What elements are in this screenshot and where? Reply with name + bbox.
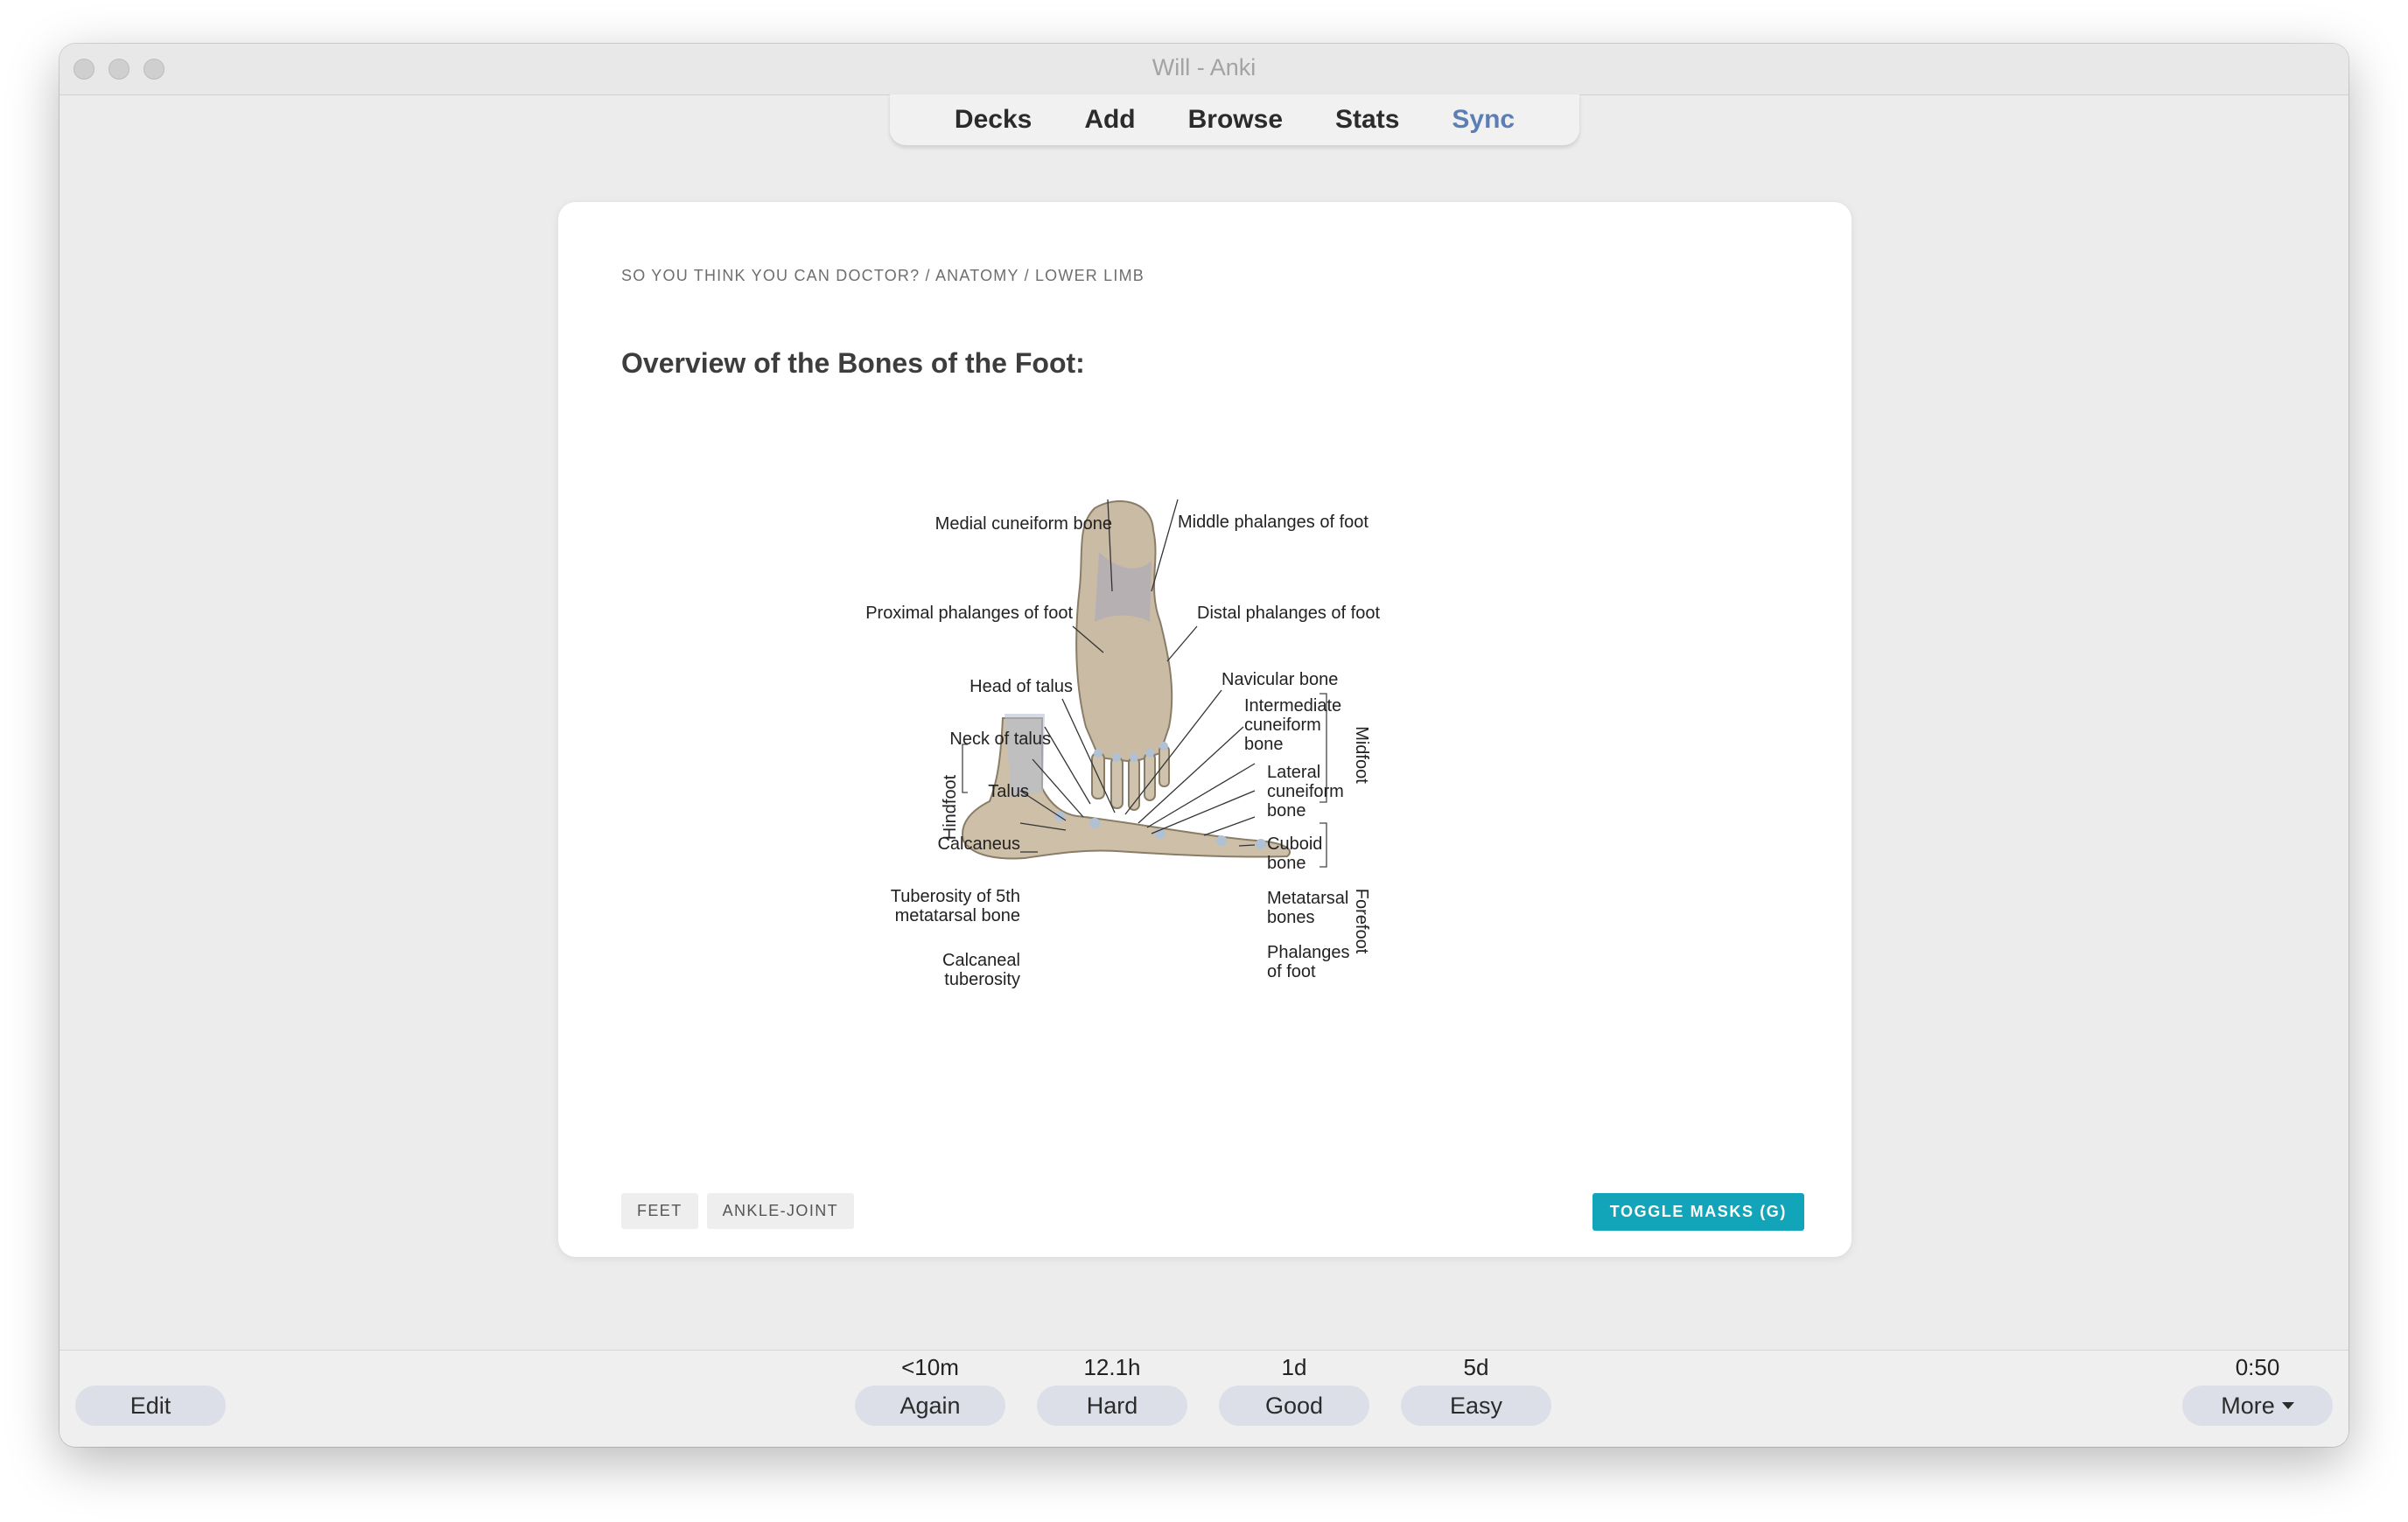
label-tuberosity-5th-line1: Tuberosity of 5th	[891, 887, 1020, 906]
label-lateral-cuneiform-line1: Lateral	[1267, 763, 1320, 782]
main-toolbar: Decks Add Browse Stats Sync	[890, 94, 1579, 145]
title-bar: Will - Anki	[60, 44, 2348, 95]
dorsal-foot-image	[1075, 500, 1173, 811]
good-interval: 1d	[1281, 1354, 1307, 1380]
label-intermediate-cuneiform-line3: bone	[1244, 735, 1284, 754]
window-title: Will - Anki	[1152, 54, 1256, 80]
label-cuboid-line1: Cuboid	[1267, 834, 1322, 854]
chevron-down-icon	[2281, 1402, 2294, 1409]
label-navicular: Navicular bone	[1222, 670, 1338, 689]
easy-button[interactable]: Easy	[1401, 1386, 1551, 1426]
easy-interval: 5d	[1463, 1354, 1489, 1380]
label-medial-cuneiform: Medial cuneiform bone	[935, 514, 1112, 534]
label-midfoot: Midfoot	[1352, 726, 1371, 784]
label-hindfoot: Hindfoot	[941, 774, 960, 840]
label-lateral-cuneiform-line2: cuneiform	[1267, 782, 1344, 801]
label-lateral-cuneiform-line3: bone	[1267, 801, 1306, 820]
again-button[interactable]: Again	[855, 1386, 1005, 1426]
label-talus: Talus	[988, 782, 1029, 801]
hard-button[interactable]: Hard	[1037, 1386, 1187, 1426]
review-card: SO YOU THINK YOU CAN DOCTOR? / ANATOMY /…	[558, 202, 1852, 1257]
label-proximal-phalanges: Proximal phalanges of foot	[865, 604, 1073, 623]
label-metatarsal-line2: bones	[1267, 908, 1315, 927]
label-phalanges-line1: Phalanges	[1267, 943, 1350, 962]
stats-link[interactable]: Stats	[1309, 105, 1425, 135]
review-timer: 0:50	[2235, 1354, 2280, 1380]
card-heading: Overview of the Bones of the Foot:	[621, 347, 1085, 379]
foot-bones-illustration: Medial cuneiform bone Middle phalanges o…	[865, 499, 1380, 989]
browse-link[interactable]: Browse	[1162, 105, 1309, 135]
foot-bones-figure: Medial cuneiform bone Middle phalanges o…	[749, 491, 1502, 1173]
label-metatarsal-line1: Metatarsal	[1267, 889, 1348, 908]
label-intermediate-cuneiform-line2: cuneiform	[1244, 716, 1321, 735]
label-tuberosity-5th-line2: metatarsal bone	[895, 906, 1020, 925]
sync-link[interactable]: Sync	[1425, 105, 1541, 135]
anki-window: Will - Anki Decks Add Browse Stats Sync …	[60, 44, 2348, 1447]
edit-button[interactable]: Edit	[75, 1386, 226, 1426]
label-cuboid-line2: bone	[1267, 854, 1306, 873]
review-bottom-bar: Edit <10m Again 12.1h Hard 1d Good 5d Ea…	[60, 1350, 2348, 1447]
hard-interval: 12.1h	[1083, 1354, 1141, 1380]
more-button[interactable]: More	[2182, 1386, 2333, 1426]
tag-list: FEET ANKLE-JOINT	[621, 1193, 855, 1229]
deck-breadcrumb: SO YOU THINK YOU CAN DOCTOR? / ANATOMY /…	[621, 267, 1144, 284]
decks-link[interactable]: Decks	[928, 105, 1058, 135]
label-distal-phalanges: Distal phalanges of foot	[1197, 604, 1380, 623]
good-button[interactable]: Good	[1219, 1386, 1369, 1426]
label-calcaneal-tuberosity-line2: tuberosity	[944, 970, 1020, 989]
toggle-masks-button[interactable]: TOGGLE MASKS (G)	[1592, 1193, 1804, 1231]
label-phalanges-line2: of foot	[1267, 962, 1316, 981]
label-neck-of-talus: Neck of talus	[949, 730, 1051, 749]
again-interval: <10m	[901, 1354, 959, 1380]
label-middle-phalanges: Middle phalanges of foot	[1178, 513, 1368, 532]
add-link[interactable]: Add	[1058, 105, 1161, 135]
tag-feet[interactable]: FEET	[621, 1193, 698, 1229]
label-head-of-talus: Head of talus	[970, 677, 1073, 696]
label-forefoot: Forefoot	[1352, 889, 1371, 954]
more-label: More	[2221, 1392, 2275, 1419]
label-intermediate-cuneiform-line1: Intermediate	[1244, 696, 1341, 716]
tag-ankle-joint[interactable]: ANKLE-JOINT	[706, 1193, 855, 1229]
label-calcaneal-tuberosity-line1: Calcaneal	[942, 951, 1020, 970]
